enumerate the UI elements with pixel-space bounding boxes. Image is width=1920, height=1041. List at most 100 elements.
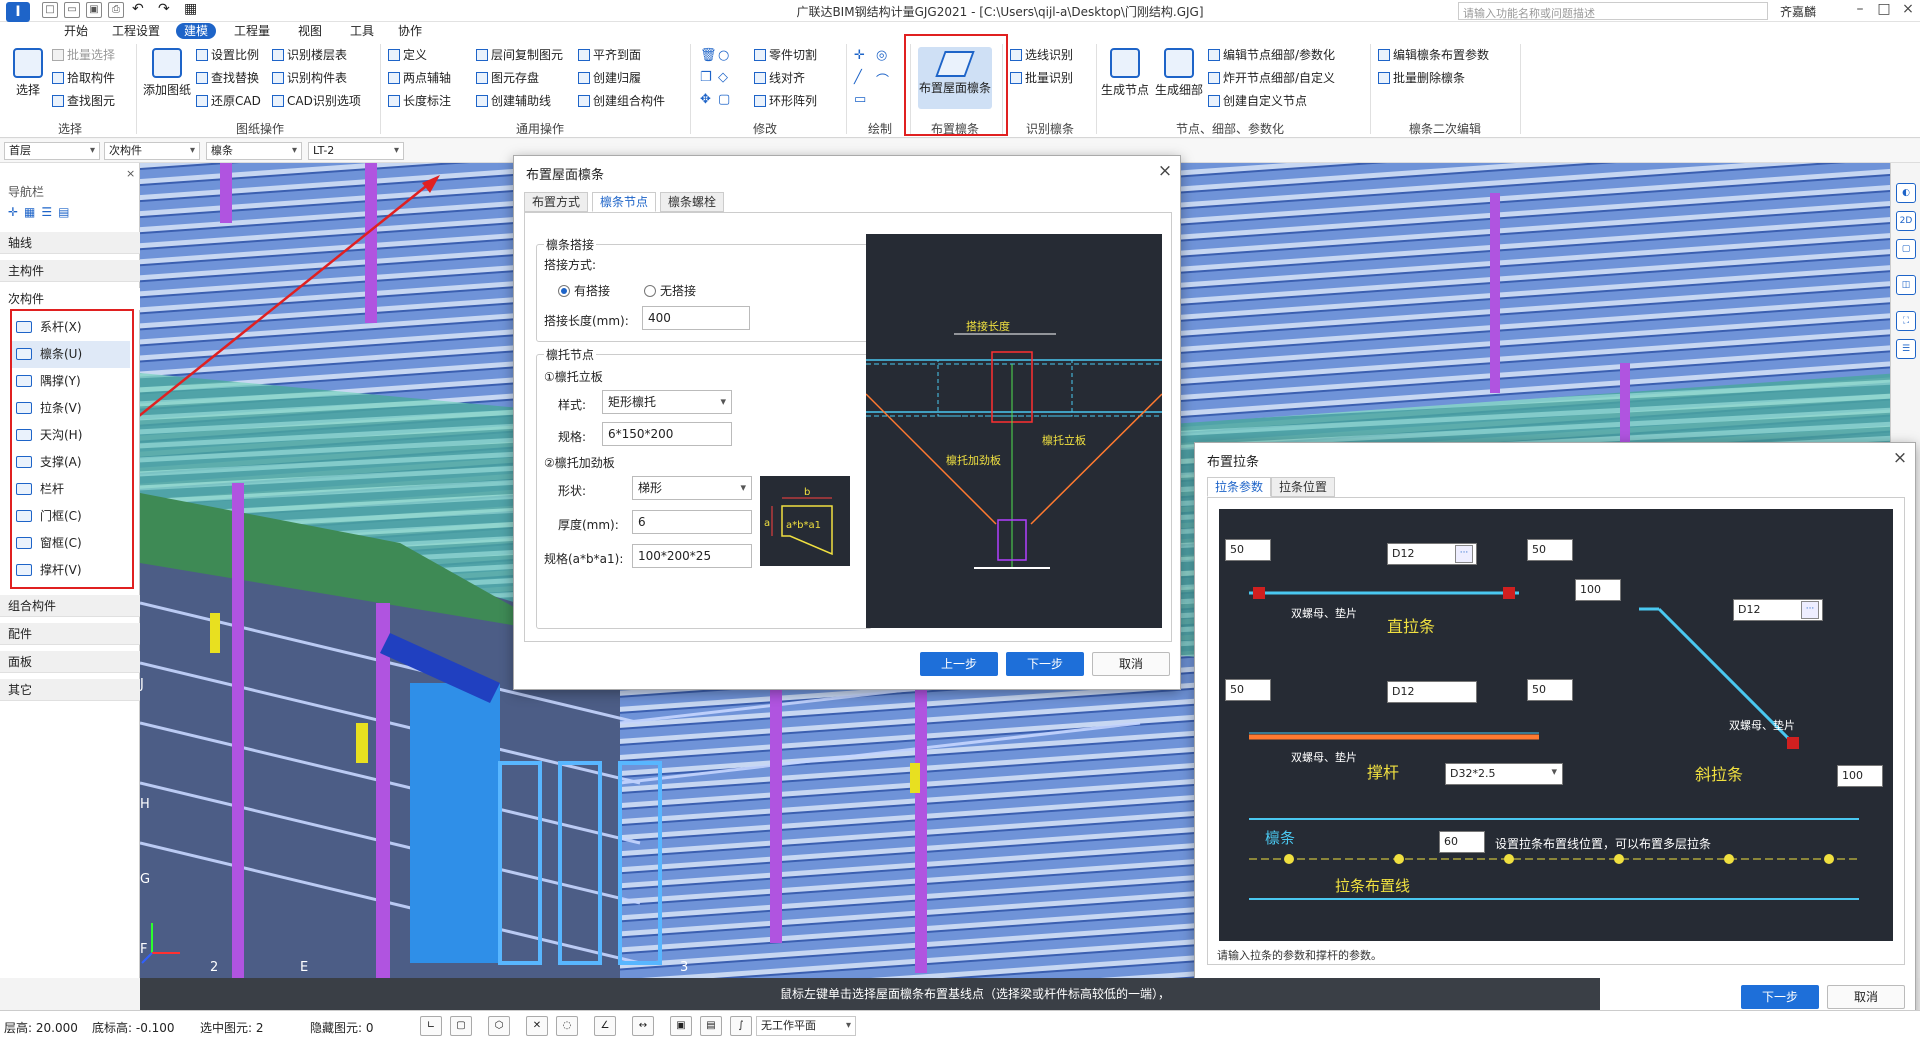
tab-view[interactable]: 视图: [290, 23, 330, 39]
more-icon[interactable]: ···: [1455, 545, 1473, 563]
rotate-icon[interactable]: ○: [718, 48, 729, 63]
track-snap-icon[interactable]: ↔: [632, 1016, 654, 1036]
rect-icon[interactable]: ▭: [854, 92, 866, 107]
delete-icon[interactable]: 🗑: [700, 48, 717, 63]
identify-component-table-button[interactable]: 识别构件表: [272, 69, 347, 87]
batch-delete-purlin-button[interactable]: 批量删除檩条: [1378, 69, 1465, 87]
tab-rod-params[interactable]: 拉条参数: [1207, 477, 1272, 497]
work-plane-select[interactable]: 无工作平面: [756, 1016, 856, 1036]
lap-length-input[interactable]: 400: [642, 306, 750, 330]
nav-group-panel[interactable]: 面板: [0, 651, 140, 673]
select-button[interactable]: 选择: [10, 48, 46, 98]
grid-icon[interactable]: ▦: [184, 1, 197, 17]
define-button[interactable]: 定义: [388, 46, 427, 64]
next-button[interactable]: 下一步: [1741, 985, 1819, 1009]
nav-group-combo[interactable]: 组合构件: [0, 595, 140, 617]
next-button[interactable]: 下一步: [1006, 652, 1084, 676]
view-sphere-icon[interactable]: ◐: [1896, 183, 1916, 203]
line-align-button[interactable]: 线对齐: [754, 69, 805, 87]
point-icon[interactable]: ✛: [854, 48, 865, 63]
cancel-button[interactable]: 取消: [1092, 652, 1170, 676]
angle-snap-icon[interactable]: ∠: [594, 1016, 616, 1036]
grid-snap-icon[interactable]: ▤: [700, 1016, 722, 1036]
find-element-button[interactable]: 查找图元: [52, 92, 115, 110]
edit-purlin-params-button[interactable]: 编辑檩条布置参数: [1378, 46, 1489, 64]
nav-group-axis[interactable]: 轴线: [0, 232, 140, 254]
close-icon[interactable]: ×: [1896, 1, 1920, 21]
open-folder-icon[interactable]: ▭: [64, 2, 80, 18]
stiffener-spec-input[interactable]: 100*200*25: [632, 544, 752, 568]
spec-input[interactable]: 6*150*200: [602, 422, 732, 446]
create-group-button[interactable]: 创建归履: [578, 69, 641, 87]
arc-icon[interactable]: ⌒: [876, 70, 889, 89]
layer-copy-button[interactable]: 层间复制图元: [476, 46, 563, 64]
part-cut-button[interactable]: 零件切割: [754, 46, 817, 64]
gen-node-button[interactable]: 生成节点: [1100, 48, 1150, 98]
tab-purlin-bolt[interactable]: 檩条螺栓: [660, 192, 725, 212]
tab-place-mode[interactable]: 布置方式: [524, 192, 589, 212]
dialog-close-icon[interactable]: ×: [1889, 447, 1911, 469]
tab-purlin-node[interactable]: 檩条节点: [592, 192, 657, 212]
view-cube-icon[interactable]: ▢: [1896, 239, 1916, 259]
properties-icon[interactable]: ☰: [1896, 339, 1916, 359]
pick-component-button[interactable]: 拾取构件: [52, 69, 115, 87]
nav-toolbar-icons[interactable]: ✛▦☰▤: [8, 205, 76, 219]
tab-rod-position[interactable]: 拉条位置: [1271, 477, 1336, 497]
strut-pipe-select[interactable]: D32*2.5: [1445, 763, 1563, 785]
category-select[interactable]: 次构件: [104, 142, 200, 160]
tab-tools[interactable]: 工具: [342, 23, 382, 39]
select-line-identify-button[interactable]: 选线识别: [1010, 46, 1073, 64]
edit-node-button[interactable]: 编辑节点细部/参数化: [1208, 46, 1335, 64]
tab-collab[interactable]: 协作: [390, 23, 430, 39]
ring-array-button[interactable]: 环形阵列: [754, 92, 817, 110]
nav-group-secondary[interactable]: 次构件: [0, 288, 140, 310]
batch-select-button[interactable]: 批量选择: [52, 46, 115, 64]
create-combo-button[interactable]: 创建组合构件: [578, 92, 665, 110]
find-replace-button[interactable]: 查找替换: [196, 69, 259, 87]
search-input[interactable]: 请输入功能名称或问题描述: [1458, 2, 1768, 20]
nav-group-accessory[interactable]: 配件: [0, 623, 140, 645]
close-snap-icon[interactable]: ✕: [526, 1016, 548, 1036]
tab-project-settings[interactable]: 工程设置: [104, 23, 168, 39]
cancel-button[interactable]: 取消: [1827, 985, 1905, 1009]
new-file-icon[interactable]: □: [42, 2, 58, 18]
radio-lap-no[interactable]: 无搭接: [644, 282, 696, 299]
print-icon[interactable]: ⎙: [108, 2, 124, 18]
batch-identify-button[interactable]: 批量识别: [1010, 69, 1073, 87]
nav-group-main[interactable]: 主构件: [0, 260, 140, 282]
maximize-icon[interactable]: □: [1872, 1, 1896, 21]
move-icon[interactable]: ✥: [700, 92, 711, 107]
identify-floor-table-button[interactable]: 识别楼层表: [272, 46, 347, 64]
aux-line-button[interactable]: 创建辅助线: [476, 92, 551, 110]
strut-right-input[interactable]: 50: [1527, 679, 1573, 701]
component-select[interactable]: LT-2: [308, 142, 404, 160]
cad-options-button[interactable]: CAD识别选项: [272, 92, 361, 110]
strut-diameter-input[interactable]: D12: [1387, 681, 1477, 703]
oblique-top-input[interactable]: 100: [1575, 579, 1621, 601]
straight-left-input[interactable]: 50: [1225, 539, 1271, 561]
curve-icon[interactable]: ∫: [730, 1016, 752, 1036]
tab-modeling[interactable]: 建模: [176, 23, 217, 39]
line-draw-icon[interactable]: ╱: [854, 70, 862, 85]
circle-snap-icon[interactable]: ◌: [556, 1016, 578, 1036]
custom-node-button[interactable]: 创建自定义节点: [1208, 92, 1307, 110]
fit-view-icon[interactable]: ⛶: [1896, 311, 1916, 331]
more-icon[interactable]: ···: [1801, 601, 1819, 619]
offset-icon[interactable]: ▢: [718, 92, 730, 107]
nav-close-icon[interactable]: ×: [126, 167, 135, 180]
tab-quantities[interactable]: 工程量: [226, 23, 278, 39]
gen-detail-button[interactable]: 生成细部: [1154, 48, 1204, 98]
style-select[interactable]: 矩形檩托: [602, 390, 732, 414]
add-drawing-button[interactable]: 添加图纸: [142, 48, 192, 98]
floor-select[interactable]: 首层: [4, 142, 100, 160]
view-2d-icon[interactable]: 2D: [1896, 211, 1916, 231]
dialog-close-icon[interactable]: ×: [1154, 160, 1176, 182]
flush-face-button[interactable]: 平齐到面: [578, 46, 641, 64]
straight-right-input[interactable]: 50: [1527, 539, 1573, 561]
circle-icon[interactable]: ◎: [876, 48, 887, 63]
line-offset-input[interactable]: 60: [1439, 831, 1485, 853]
snap-box-icon[interactable]: ▢: [450, 1016, 472, 1036]
set-scale-button[interactable]: 设置比例: [196, 46, 259, 64]
frame-icon[interactable]: ▣: [670, 1016, 692, 1036]
undo-icon[interactable]: ↶: [132, 1, 144, 17]
